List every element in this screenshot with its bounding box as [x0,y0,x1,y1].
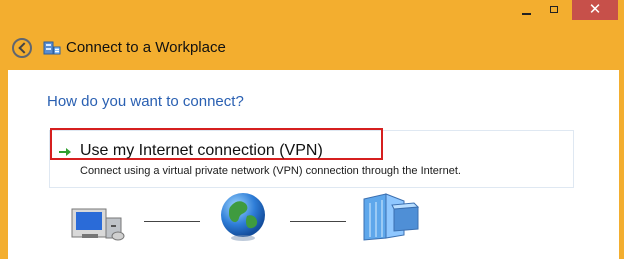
maximize-button[interactable] [543,2,567,18]
title-bar: ✕ [0,0,624,30]
vpn-option-label[interactable]: Use my Internet connection (VPN) [80,142,323,160]
connection-line-right [290,221,346,222]
connection-line-left [144,221,200,222]
window-title: Connect to a Workplace [66,39,226,56]
computer-icon [71,208,125,241]
page-title: How do you want to connect? [47,93,244,110]
green-arrow-icon [59,148,71,156]
vpn-option-description: Connect using a virtual private network … [80,165,461,177]
connect-workplace-icon [43,41,61,55]
back-arrow-icon[interactable] [12,38,32,58]
wizard-window: ✕ Connect to a Workplace How do you want… [0,0,624,259]
minimize-button[interactable] [518,4,534,16]
globe-icon [221,193,265,241]
wizard-header: Connect to a Workplace [0,30,624,70]
office-building-icon [363,193,420,241]
content-area: How do you want to connect? Use my Inter… [8,70,619,259]
close-button[interactable]: ✕ [572,0,618,20]
